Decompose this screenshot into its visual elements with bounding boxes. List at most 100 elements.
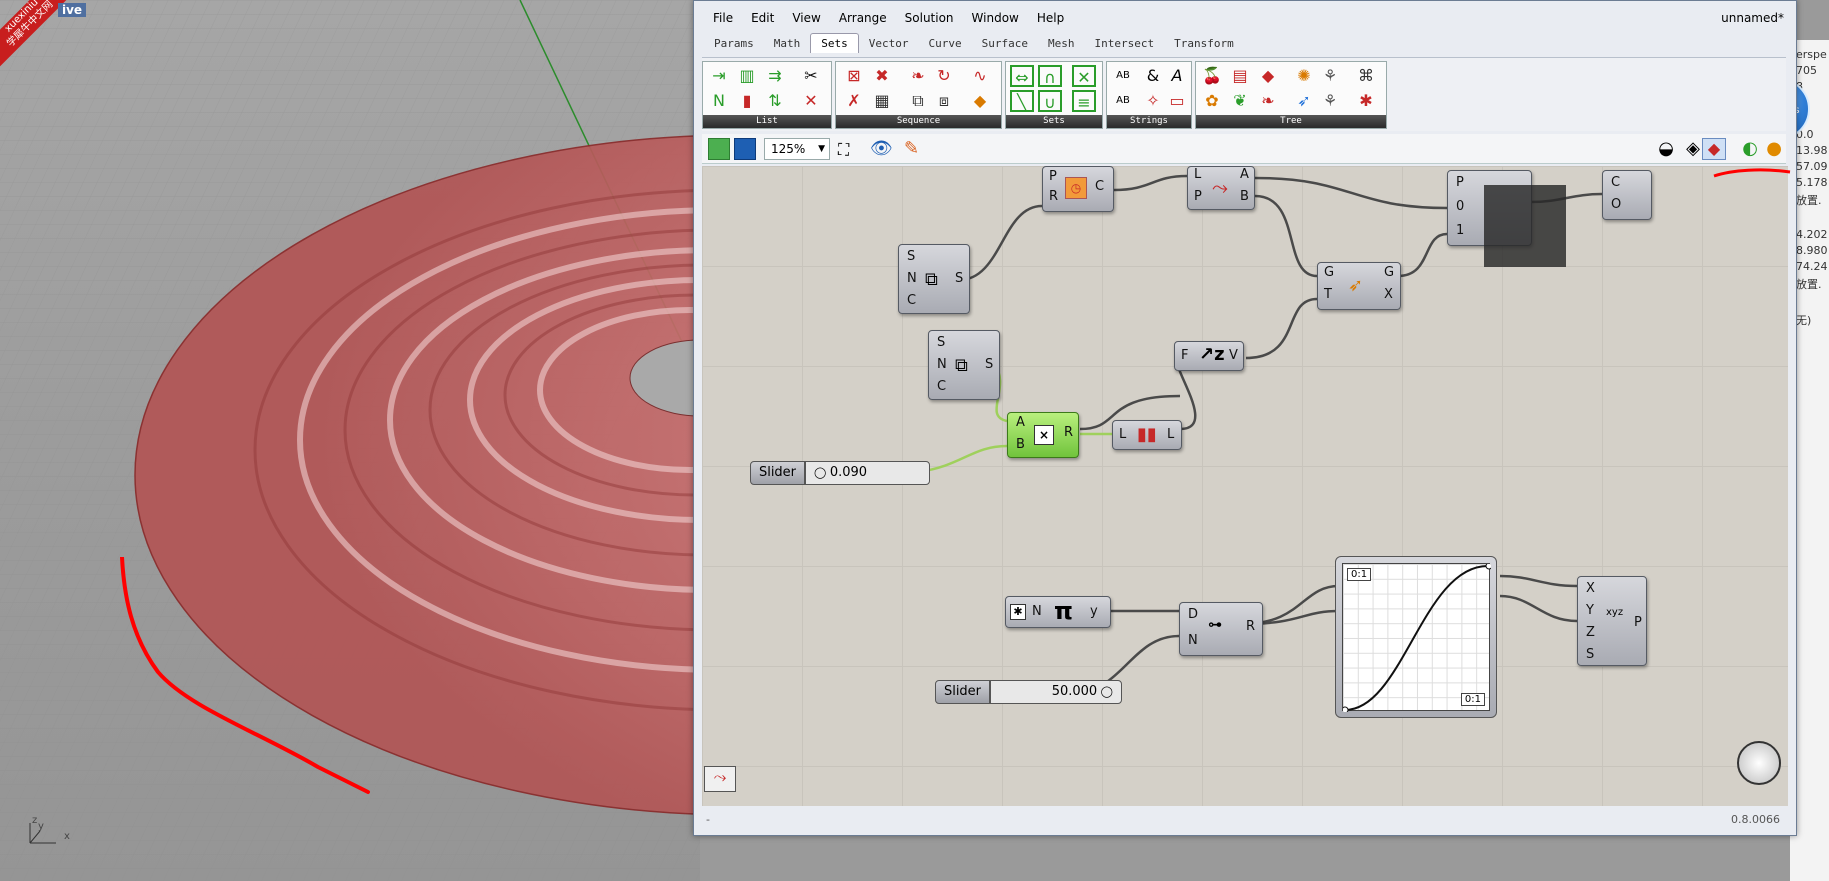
preview-eye-icon[interactable]: 👁 [870, 138, 893, 159]
shift-output-a[interactable]: A [1240, 167, 1249, 182]
sort-list-icon[interactable]: ⇅ [763, 90, 787, 112]
unit-z-input-f[interactable]: F [1181, 348, 1188, 363]
menu-view[interactable]: View [783, 11, 829, 25]
sprout-icon[interactable]: ❦ [1228, 90, 1252, 112]
mult-input-a[interactable]: A [1016, 415, 1025, 430]
graph-mapper-plot[interactable]: 0:1 0:1 [1342, 563, 1491, 712]
path-mapper-icon[interactable]: ⌘ [1354, 65, 1378, 87]
cull-nth-icon[interactable]: ✗ [842, 90, 866, 112]
render-sphere-icon[interactable]: ● [1766, 138, 1782, 159]
grasshopper-canvas[interactable]: P R ◷ C L P ⤳ A B S N C ⧉ S S N C ⧉ S A … [702, 166, 1788, 806]
reverse-output-l[interactable]: L [1167, 427, 1174, 442]
cull-index-icon[interactable]: ⊠ [842, 65, 866, 87]
delete-consecutive-icon[interactable]: ∪ [1038, 90, 1062, 112]
menu-help[interactable]: Help [1028, 11, 1073, 25]
zoom-extents-icon[interactable]: ⛶ [838, 140, 849, 160]
tab-vector[interactable]: Vector [859, 34, 919, 53]
flip-matrix-icon[interactable]: ➶ [1292, 90, 1316, 112]
move-output-x[interactable]: X [1384, 287, 1393, 302]
shift-output-b[interactable]: B [1240, 189, 1249, 204]
zoom-dropdown[interactable]: 125% ▼ [764, 138, 830, 160]
tree-stats-icon[interactable]: ▤ [1228, 65, 1252, 87]
duplicate-icon[interactable]: ❧ [906, 65, 930, 87]
graph-mapper-component[interactable]: 0:1 0:1 [1335, 556, 1497, 718]
sketch-pen-icon[interactable]: ✎ [904, 138, 919, 159]
weave-input-0[interactable]: 0 [1456, 199, 1464, 214]
random-icon[interactable]: ◆ [968, 90, 992, 112]
replace-members-icon[interactable]: ≡ [1072, 90, 1096, 112]
menu-solution[interactable]: Solution [896, 11, 963, 25]
arc-input-p[interactable]: P [1049, 169, 1057, 184]
list-length-icon[interactable]: ▥ [735, 65, 759, 87]
cull-icon[interactable]: ✂ [799, 65, 823, 87]
graft-icon[interactable]: ✺ [1292, 65, 1316, 87]
move-component[interactable]: G T ➶ G X [1317, 262, 1401, 310]
arc-output-c[interactable]: C [1095, 179, 1104, 194]
range-input-n[interactable]: N [1188, 633, 1198, 648]
pt-input-y[interactable]: Y [1586, 603, 1594, 618]
range-input-d[interactable]: D [1188, 607, 1198, 622]
bake-icon[interactable]: ◐ [1742, 138, 1758, 159]
range-output-r[interactable]: R [1246, 619, 1255, 634]
shift-input-p[interactable]: P [1194, 189, 1202, 204]
arc-component[interactable]: P R ◷ C [1042, 166, 1114, 212]
jitter-icon[interactable]: ↻ [932, 65, 956, 87]
set-difference-icon[interactable]: ✕ [1072, 65, 1096, 87]
dispatch-icon[interactable]: ✕ [799, 90, 823, 112]
range-component[interactable]: D N ⊶ R [1179, 602, 1263, 656]
text-fragment-icon[interactable]: ✧ [1141, 90, 1165, 112]
construct-point-component[interactable]: X Y Z S xyz P [1577, 576, 1647, 666]
menu-arrange[interactable]: Arrange [830, 11, 896, 25]
series1-output-s[interactable]: S [955, 271, 963, 286]
preview-wireframe-icon[interactable]: ◒ [1658, 138, 1674, 159]
unit-z-component[interactable]: F ↗z V [1174, 341, 1244, 371]
series2-input-c[interactable]: C [937, 379, 946, 394]
series-component-1[interactable]: S N C ⧉ S [898, 244, 970, 314]
prune-icon[interactable]: ✿ [1200, 90, 1224, 112]
edge-input-o[interactable]: O [1611, 197, 1621, 212]
reverse-input-l[interactable]: L [1119, 427, 1126, 442]
pt-input-x[interactable]: X [1586, 581, 1595, 596]
tab-sets[interactable]: Sets [810, 33, 859, 53]
move-input-t[interactable]: T [1324, 287, 1332, 302]
series1-input-s[interactable]: S [907, 249, 915, 264]
save-file-icon[interactable] [734, 138, 756, 160]
viewport-title[interactable]: ive [58, 3, 87, 17]
fibonacci-icon[interactable]: ∿ [968, 65, 992, 87]
pt-output-p[interactable]: P [1634, 615, 1642, 630]
tab-intersect[interactable]: Intersect [1084, 34, 1164, 53]
series1-input-c[interactable]: C [907, 293, 916, 308]
slider-count-track[interactable]: 50.000 ◯ [990, 680, 1122, 704]
unflatten-icon[interactable]: ✱ [1354, 90, 1378, 112]
edge-input-c[interactable]: C [1611, 175, 1620, 190]
unit-z-output-v[interactable]: V [1229, 348, 1238, 363]
arc-input-r[interactable]: R [1049, 189, 1058, 204]
pi-input-n[interactable]: N [1032, 604, 1042, 619]
simplify-tree-icon[interactable]: ⚘ [1318, 90, 1342, 112]
tab-params[interactable]: Params [704, 34, 764, 53]
weave-component[interactable]: P 0 1 [1447, 170, 1566, 267]
shift-list-component[interactable]: L P ⤳ A B [1187, 166, 1255, 210]
move-output-g[interactable]: G [1384, 265, 1394, 280]
range-icon[interactable]: ⧈ [932, 90, 956, 112]
mult-input-b[interactable]: B [1016, 437, 1025, 452]
pt-input-s[interactable]: S [1586, 647, 1594, 662]
canvas-widget-icon[interactable]: ⤳ [704, 766, 736, 792]
move-input-g[interactable]: G [1324, 265, 1334, 280]
rhino-viewport[interactable]: xuexiniu 学犀牛中文网 ive z y x [0, 0, 700, 881]
series2-output-s[interactable]: S [985, 357, 993, 372]
tree-branch-icon[interactable]: ❧ [1256, 90, 1280, 112]
tab-curve[interactable]: Curve [919, 34, 972, 53]
multiplication-component[interactable]: A B × R [1007, 412, 1079, 458]
set-union-icon[interactable]: ⇔ [1010, 65, 1034, 87]
edge-component[interactable]: C O [1602, 170, 1652, 220]
preview-shaded-icon[interactable]: ◈ [1686, 138, 1700, 159]
tree-item-icon[interactable]: ◆ [1256, 65, 1280, 87]
series2-input-n[interactable]: N [937, 357, 947, 372]
weave-input-1[interactable]: 1 [1456, 223, 1464, 238]
menu-edit[interactable]: Edit [742, 11, 783, 25]
member-index-icon[interactable]: ╲ [1010, 90, 1034, 112]
cherries-icon[interactable]: 🍒 [1200, 65, 1224, 87]
flatten-icon[interactable]: ⚘ [1318, 65, 1342, 87]
tab-mesh[interactable]: Mesh [1038, 34, 1085, 53]
